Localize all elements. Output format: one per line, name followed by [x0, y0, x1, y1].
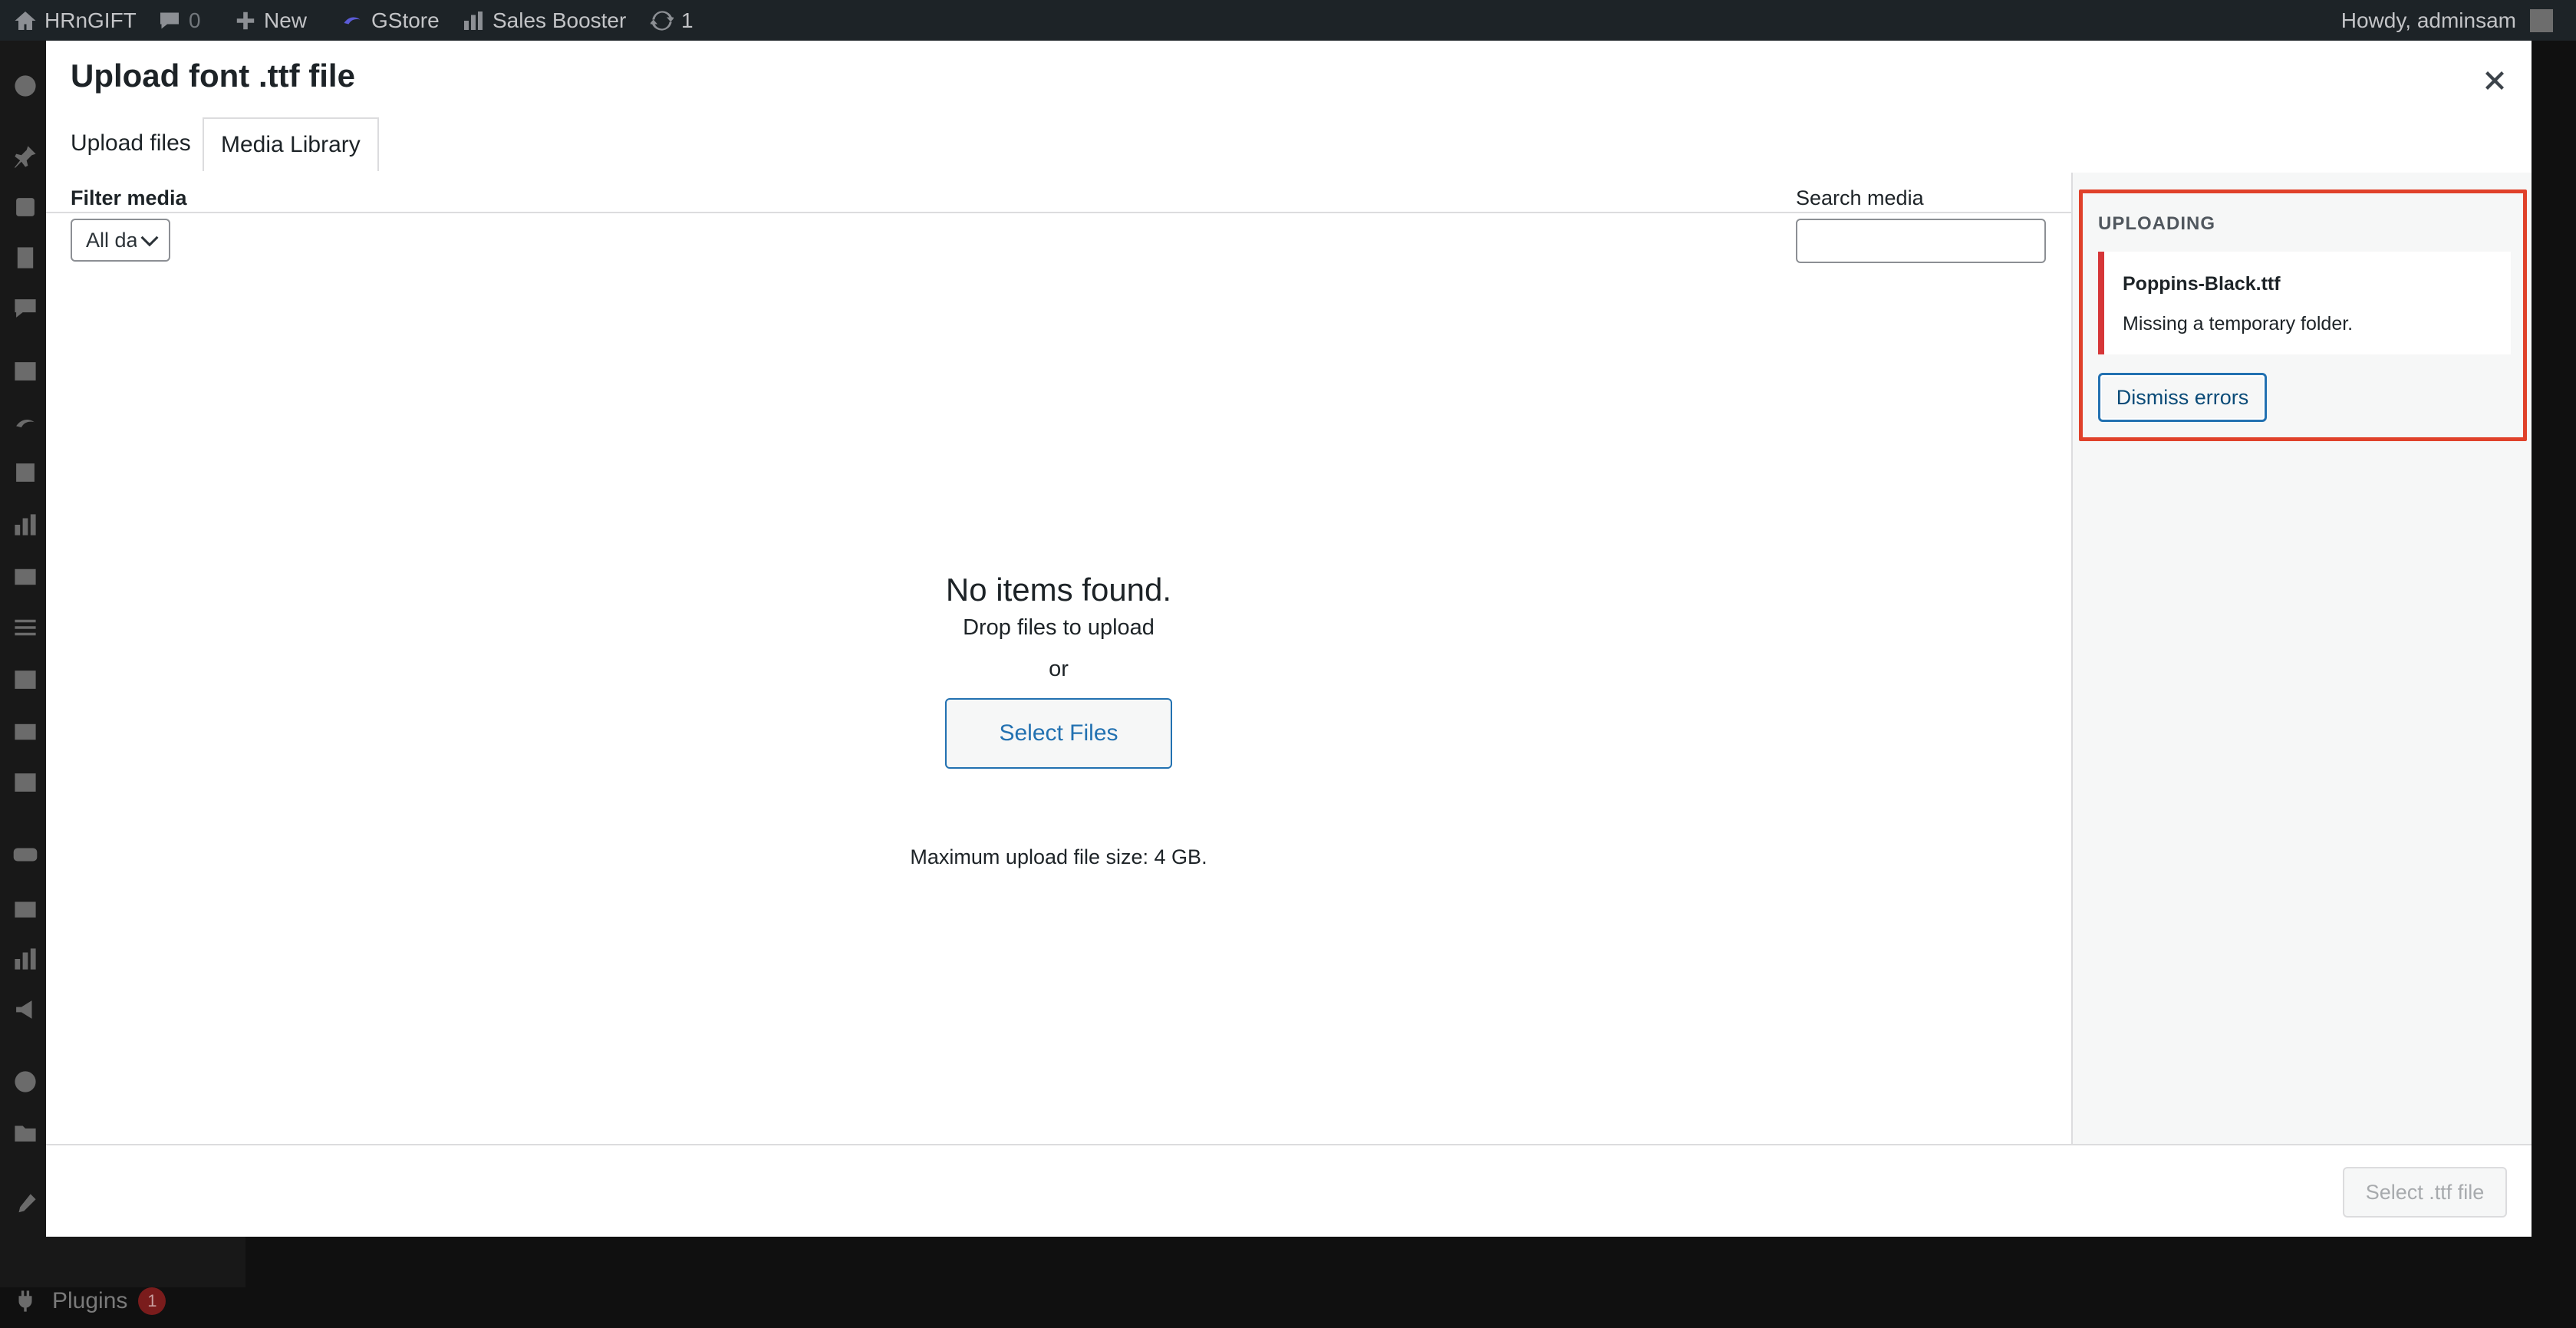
media-icon[interactable] [12, 194, 38, 220]
upload-error-notice: Poppins-Black.ttf Missing a temporary fo… [2098, 252, 2511, 354]
mail-icon[interactable] [12, 564, 38, 590]
new-label: New [264, 8, 308, 32]
products-icon[interactable] [12, 460, 38, 486]
comments-link[interactable]: 0 [158, 0, 201, 41]
tab-upload-files[interactable]: Upload files [54, 117, 208, 170]
dashboard-icon[interactable] [12, 73, 38, 99]
comments-count: 0 [189, 8, 201, 32]
home-icon [15, 11, 36, 30]
gstore-menu-icon[interactable] [12, 410, 38, 437]
archive-icon[interactable] [12, 895, 38, 921]
elementor-icon[interactable] [12, 1069, 38, 1095]
stats-icon[interactable] [12, 946, 38, 972]
gallery-icon[interactable] [12, 719, 38, 745]
list-icon[interactable] [12, 615, 38, 641]
site-name: HRnGIFT [44, 8, 137, 32]
admin-bar: HRnGIFT 0 New GStore Sales Booster 1 How… [0, 0, 2576, 41]
modal-title: Upload font .ttf file [71, 58, 355, 94]
media-modal: Upload font .ttf file Upload files Media… [46, 41, 2532, 1237]
folder-icon[interactable] [12, 1119, 38, 1145]
sales-booster-label: Sales Booster [492, 8, 627, 32]
plugin-icon [18, 1290, 32, 1312]
gstore-logo-icon [344, 17, 361, 24]
plus-icon [236, 12, 255, 29]
max-upload-size-text: Maximum upload file size: 4 GB. [910, 845, 1207, 868]
grid-icon[interactable] [12, 769, 38, 796]
chevron-down-icon [140, 236, 159, 247]
greeting-text: Howdy, adminsam [2340, 8, 2516, 32]
error-message: Missing a temporary folder. [2123, 313, 2354, 334]
close-icon [2485, 71, 2504, 90]
gstore-link[interactable]: GStore [341, 0, 440, 41]
date-filter-select[interactable]: All dates [71, 219, 170, 262]
close-button[interactable] [2473, 59, 2516, 102]
woocommerce-icon[interactable] [12, 842, 38, 868]
drop-files-text: Drop files to upload [963, 615, 1155, 640]
refresh-icon [651, 10, 674, 31]
megaphone-icon[interactable] [12, 997, 38, 1023]
select-files-button[interactable]: Select Files [945, 698, 1172, 769]
analytics-icon[interactable] [12, 512, 38, 538]
uploading-heading: UPLOADING [2098, 213, 2215, 234]
new-content-link[interactable]: New [235, 0, 307, 41]
tab-media-library[interactable]: Media Library [203, 117, 379, 171]
forms-icon[interactable] [12, 358, 38, 384]
updates-count: 1 [681, 8, 693, 32]
updates-link[interactable]: 1 [651, 0, 693, 41]
sales-booster-link[interactable]: Sales Booster [462, 0, 626, 41]
no-items-message: No items found. [945, 572, 1172, 608]
or-text: or [1049, 657, 1069, 681]
select-ttf-button[interactable]: Select .ttf file [2343, 1167, 2507, 1218]
search-media-input[interactable] [1796, 219, 2046, 263]
search-media-label: Search media [1796, 186, 1924, 209]
sidebar-item-plugins[interactable]: Plugins 1 [0, 1274, 245, 1328]
plugins-label: Plugins [52, 1288, 128, 1313]
date-filter-value: All dates [86, 228, 137, 252]
site-name-link[interactable]: HRnGIFT [14, 0, 137, 41]
gstore-label: GStore [371, 8, 440, 32]
pages-icon[interactable] [12, 245, 38, 271]
comment-icon [160, 12, 179, 28]
table-icon[interactable] [12, 667, 38, 693]
comments-menu-icon[interactable] [12, 295, 38, 321]
dismiss-errors-button[interactable]: Dismiss errors [2098, 373, 2267, 422]
appearance-icon[interactable] [12, 1191, 38, 1218]
media-library-content: Filter media All dates Search media No i… [46, 173, 2071, 1142]
plugins-update-badge: 1 [138, 1287, 166, 1315]
error-filename: Poppins-Black.ttf [2123, 273, 2281, 295]
bar-chart-icon [464, 11, 483, 30]
upload-errors-panel: UPLOADING Poppins-Black.ttf Missing a te… [2079, 189, 2527, 441]
media-sidebar: UPLOADING Poppins-Black.ttf Missing a te… [2071, 173, 2532, 1144]
filter-media-label: Filter media [71, 186, 187, 209]
modal-toolbar: Select .ttf file [46, 1144, 2532, 1237]
account-menu[interactable]: Howdy, adminsam [2341, 0, 2553, 41]
avatar [2530, 8, 2553, 32]
pin-icon[interactable] [12, 143, 38, 170]
